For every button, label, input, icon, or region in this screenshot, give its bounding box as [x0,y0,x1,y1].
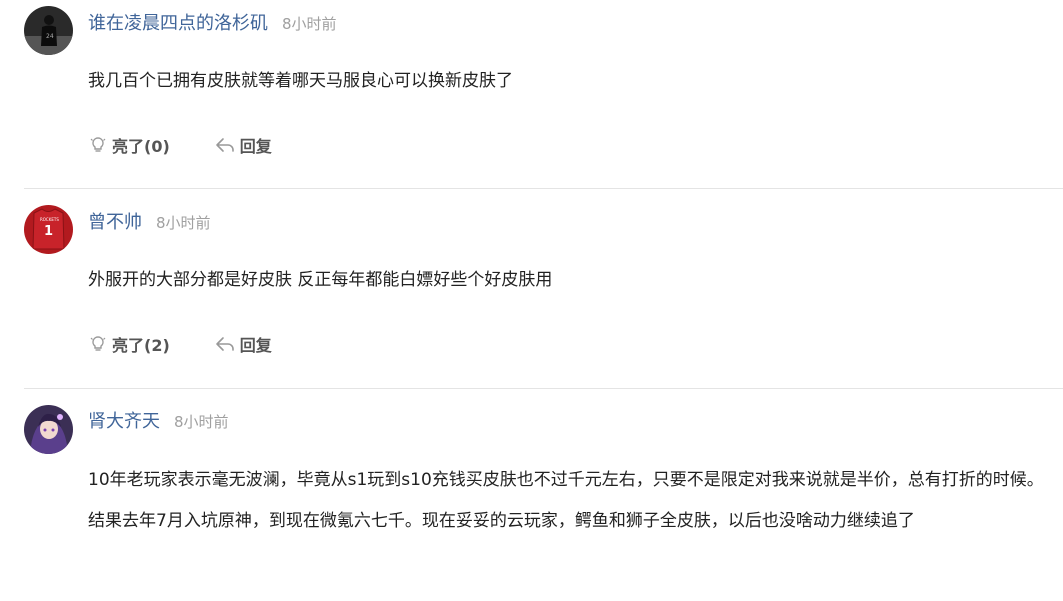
comment-actions: 亮了(0) 回复 [88,133,272,157]
comment-text: 外服开的大部分都是好皮肤 反正每年都能白嫖好些个好皮肤用 [88,270,553,290]
like-button[interactable]: 亮了(2) [88,332,170,356]
timestamp: 8小时前 [174,413,229,431]
avatar[interactable]: 24 [24,6,73,55]
reply-button[interactable]: 回复 [214,332,272,356]
reply-button[interactable]: 回复 [214,133,272,157]
anime-character-icon [24,405,73,454]
like-label: 亮了(2) [112,336,170,355]
timestamp: 8小时前 [156,214,211,232]
timestamp: 8小时前 [282,15,337,33]
svg-text:ROCKETS: ROCKETS [40,217,59,222]
comment-text: 10年老玩家表示毫无波澜，毕竟从s1玩到s10充钱买皮肤也不过千元左右，只要不是… [88,470,1044,531]
avatar[interactable]: 1 ROCKETS [24,205,73,254]
red-jersey-icon: 1 ROCKETS [24,205,73,254]
comment-header: 肾大齐天 8小时前 [88,407,229,433]
username[interactable]: 谁在凌晨四点的洛杉矶 [88,13,268,34]
reply-label: 回复 [239,137,272,156]
reply-arrow-icon [215,138,234,152]
reply-label: 回复 [239,336,272,355]
username[interactable]: 肾大齐天 [88,411,160,432]
lightbulb-icon [90,137,106,152]
comment-text: 我几百个已拥有皮肤就等着哪天马服良心可以换新皮肤了 [88,71,513,91]
svg-text:24: 24 [46,33,54,40]
divider [24,188,1063,189]
like-label: 亮了(0) [112,137,170,156]
comment-actions: 亮了(2) 回复 [88,332,272,356]
like-button[interactable]: 亮了(0) [88,133,170,157]
lightbulb-icon [90,336,106,351]
comment-header: 谁在凌晨四点的洛杉矶 8小时前 [88,9,337,35]
reply-arrow-icon [215,337,234,351]
divider [24,388,1063,389]
username[interactable]: 曾不帅 [88,212,142,233]
comment-header: 曾不帅 8小时前 [88,208,211,234]
player-silhouette-icon: 24 [24,6,73,55]
svg-text:1: 1 [44,224,53,239]
avatar[interactable] [24,405,73,454]
